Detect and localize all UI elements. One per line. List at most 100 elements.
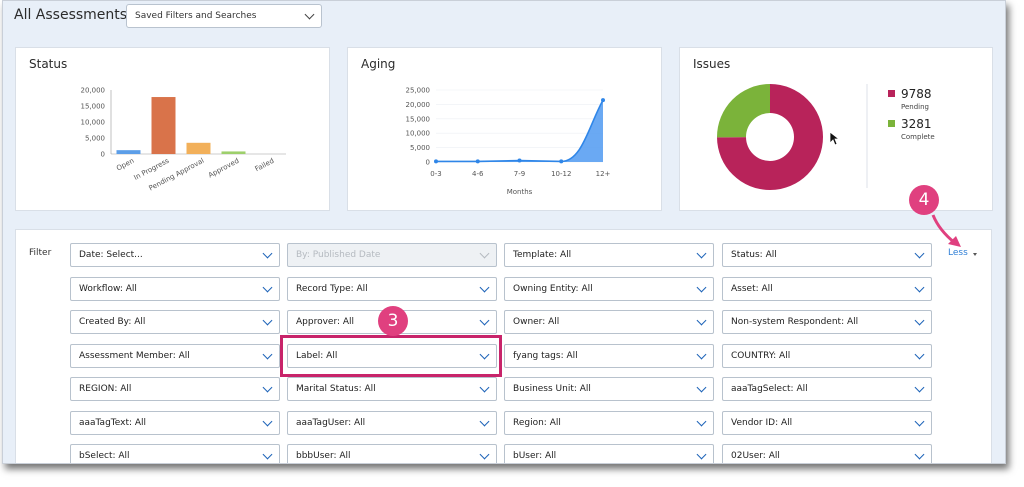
filter-dropdown[interactable]: Non-system Respondent: All [722,310,932,334]
filter-dropdown[interactable]: Vendor ID: All [722,411,932,435]
filter-dropdown[interactable]: fyang tags: All [504,344,714,368]
arrow-icon [931,214,961,247]
chevron-down-icon [479,282,490,293]
bar [116,150,141,154]
filter-dropdown[interactable]: aaaTagUser: All [287,411,497,435]
mouse-cursor-icon [829,131,841,146]
filter-dropdown[interactable]: Date: Select... [70,243,280,267]
chevron-down-icon [696,315,707,326]
filter-dropdown-label: Status: All [731,250,777,260]
filter-dropdown-label: Template: All [513,250,572,260]
filter-dropdown[interactable]: aaaTagSelect: All [722,377,932,401]
filter-dropdown[interactable]: bSelect: All [70,444,280,463]
chevron-down-icon [696,382,707,393]
bar [186,142,211,154]
status-card: Status 20,000 15,000 10,000 5,000 0 Open In Pr… [15,47,330,211]
filter-dropdown[interactable]: Business Unit: All [504,377,714,401]
chevron-down-icon [696,416,707,427]
bar [151,97,176,154]
filter-dropdown-label: Vendor ID: All [731,418,793,428]
chevron-down-icon [479,248,490,259]
filter-dropdown-label: Owning Entity: All [513,284,593,294]
y-tick-label: 10,000 [406,130,431,138]
step-badge-3: 3 [378,306,408,336]
filter-dropdown-label: aaaTagText: All [79,418,147,428]
filter-dropdown-label: Assessment Member: All [79,351,190,361]
y-tick-label: 5,000 [410,144,430,152]
data-point [434,159,438,164]
filter-dropdown[interactable]: Region: All [504,411,714,435]
chevron-down-icon [914,349,925,360]
filter-dropdown-label: fyang tags: All [513,351,578,361]
filter-dropdown[interactable]: Template: All [504,243,714,267]
bar [221,151,246,154]
filter-dropdown[interactable]: Status: All [722,243,932,267]
filter-dropdown[interactable]: Workflow: All [70,277,280,301]
filter-dropdown[interactable]: REGION: All [70,377,280,401]
legend-label: Complete [901,133,935,141]
filter-dropdown-label: aaaTagSelect: All [731,384,808,394]
filter-dropdown-label: aaaTagUser: All [296,418,366,428]
filter-dropdown[interactable]: 02User: All [722,444,932,463]
chevron-down-icon [479,416,490,427]
y-tick-label: 0 [101,151,105,159]
data-point [559,159,564,164]
y-tick-label: 5,000 [85,135,105,143]
data-point [601,98,605,103]
issues-donut-chart: 9788 Pending 3281 Complete [717,84,935,190]
chevron-down-icon [479,315,490,326]
filter-dropdown-label: Created By: All [79,317,146,327]
chevron-down-icon [262,349,273,360]
chevron-down-icon [696,449,707,460]
filter-dropdown-label: Business Unit: All [513,384,591,394]
chevron-down-icon [914,315,925,326]
chevron-down-icon [479,382,490,393]
chevron-down-icon [262,248,273,259]
page-title: All Assessments [14,7,128,23]
chevron-down-icon [914,382,925,393]
filter-dropdown-label: REGION: All [79,384,132,394]
chevron-down-icon [914,449,925,460]
issues-card: Issues 9788 Pending 3281 Complete [679,47,993,211]
chevron-down-icon [262,449,273,460]
saved-filters-dropdown[interactable]: Saved Filters and Searches [126,4,322,28]
chevron-down-icon [304,9,315,20]
pie-slice [717,84,770,138]
chevron-down-icon [479,449,490,460]
filter-dropdown[interactable]: COUNTRY: All [722,344,932,368]
highlight-box [280,335,502,377]
filter-dropdown[interactable]: bUser: All [504,444,714,463]
filter-dropdown-label: Approver: All [296,317,355,327]
series-line [436,99,604,163]
filter-dropdown[interactable]: bbbUser: All [287,444,497,463]
filter-dropdown[interactable]: Owning Entity: All [504,277,714,301]
legend-value: 3281 [901,117,932,131]
filter-dropdown[interactable]: Owner: All [504,310,714,334]
filter-dropdown-label: Region: All [513,418,561,428]
saved-filters-label: Saved Filters and Searches [135,11,257,21]
x-axis-label: Months [507,188,533,196]
y-tick-label: 0 [426,159,430,167]
chevron-down-icon [262,382,273,393]
filter-dropdown[interactable]: Marital Status: All [287,377,497,401]
chevron-down-icon [262,282,273,293]
filter-dropdown-label: Workflow: All [79,284,137,294]
filter-dropdown[interactable]: Asset: All [722,277,932,301]
filter-dropdown[interactable]: aaaTagText: All [70,411,280,435]
filter-dropdown[interactable]: Assessment Member: All [70,344,280,368]
status-bar-chart: 20,00015,00010,0005,0000OpenIn ProgressP… [81,87,286,193]
y-tick-label: 20,000 [406,101,431,109]
filter-dropdown[interactable]: Record Type: All [287,277,497,301]
x-tick-label: 12+ [596,170,611,178]
filter-dropdown: By: Published Date [287,243,497,267]
chevron-down-icon [914,282,925,293]
filter-dropdown-label: bSelect: All [79,451,130,461]
filter-dropdown-label: Date: Select... [79,250,143,260]
filter-label: Filter [29,248,52,258]
step-badge-4: 4 [909,185,939,215]
filter-dropdown-label: Record Type: All [296,284,368,294]
filter-dropdown[interactable]: Created By: All [70,310,280,334]
chevron-down-icon [262,416,273,427]
legend-swatch [888,90,895,97]
legend-value: 9788 [901,87,932,101]
